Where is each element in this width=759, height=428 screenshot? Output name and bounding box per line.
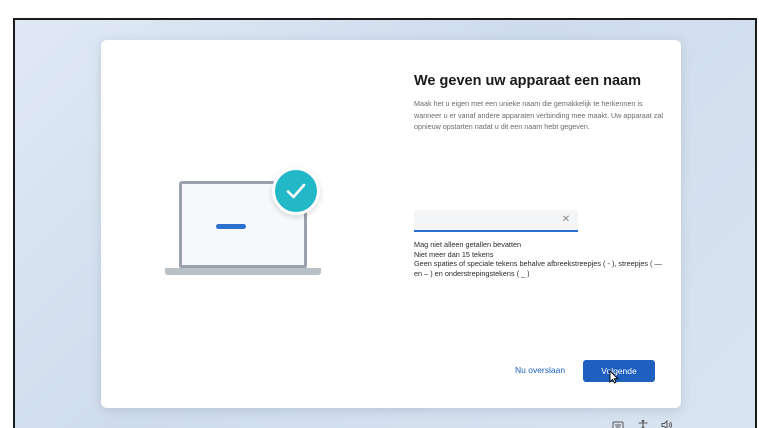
skip-button[interactable]: Nu overslaan xyxy=(515,365,565,375)
page-description: Maak het u eigen met een unieke naam die… xyxy=(414,99,663,131)
page-title: We geven uw apparaat een naam xyxy=(414,73,641,89)
accessibility-icon[interactable] xyxy=(637,419,649,428)
rule-item: Mag niet alleen getallen bevatten xyxy=(414,240,522,249)
device-name-input[interactable] xyxy=(418,213,554,228)
next-button[interactable]: Volgende xyxy=(583,360,655,382)
checkmark-icon xyxy=(272,167,320,215)
mouse-cursor-icon xyxy=(609,370,619,384)
rule-item: Geen spaties of speciale tekens behalve … xyxy=(414,259,662,278)
naming-rules: Mag niet alleen getallen bevatten Niet m… xyxy=(414,240,664,278)
laptop-screen-dash xyxy=(216,224,246,229)
keyboard-icon[interactable] xyxy=(612,419,624,428)
rule-item: Niet meer dan 15 tekens xyxy=(414,249,494,259)
setup-card: We geven uw apparaat een naam Maak het u… xyxy=(101,40,681,408)
speaker-icon[interactable] xyxy=(661,419,673,428)
close-icon[interactable]: ✕ xyxy=(560,214,572,226)
oobe-screen: We geven uw apparaat een naam Maak het u… xyxy=(13,18,757,428)
device-name-field[interactable]: ✕ xyxy=(414,210,578,232)
laptop-base xyxy=(165,268,321,275)
